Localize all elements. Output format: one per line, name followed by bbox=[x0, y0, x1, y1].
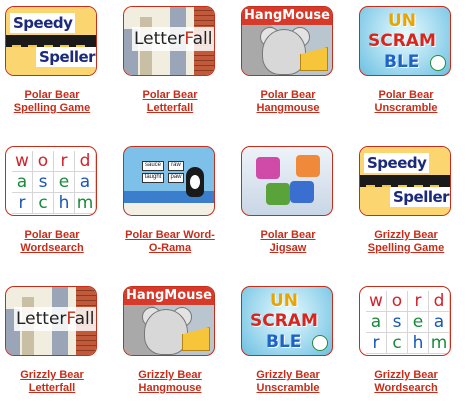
game-link[interactable]: Polar Bear Unscramble bbox=[350, 89, 462, 115]
game-link[interactable]: Grizzly Bear Letterfall bbox=[0, 369, 108, 395]
penguin-icon bbox=[186, 167, 204, 197]
game-link-line2: Wordsearch bbox=[20, 242, 84, 254]
puzzle-piece-icon bbox=[296, 155, 320, 177]
logo-text: UN bbox=[270, 291, 299, 311]
puzzle-piece-icon bbox=[256, 157, 280, 179]
game-link-line1: Grizzly Bear bbox=[138, 369, 202, 381]
game-grid: Speedy Speller Polar Bear Spelling Game … bbox=[0, 0, 466, 406]
game-link-line2: Spelling Game bbox=[367, 242, 445, 254]
game-link-line1: Polar Bear bbox=[24, 229, 80, 241]
game-link-line1: Polar Bear bbox=[260, 89, 316, 101]
game-link-line1: Grizzly Bear bbox=[374, 369, 438, 381]
unscramble-thumbnail[interactable]: UN SCRAM BLE bbox=[359, 6, 451, 76]
letter-grid: word asea rchm bbox=[12, 151, 96, 214]
logo-text: LetterFall bbox=[132, 27, 214, 51]
word-o-rama-thumbnail[interactable]: sauce raw taught paw bbox=[123, 146, 215, 216]
game-link[interactable]: Polar Bear Hangmouse bbox=[232, 89, 344, 115]
puzzle-piece-icon bbox=[266, 183, 290, 205]
unscramble-thumbnail[interactable]: UN SCRAM BLE bbox=[241, 286, 333, 356]
logo-text: SCRAM bbox=[368, 31, 436, 51]
game-link-line1: Polar Bear bbox=[378, 89, 434, 101]
letterfall-thumbnail[interactable]: LetterFall bbox=[5, 286, 97, 356]
speedy-speller-thumbnail[interactable]: Speedy Speller bbox=[5, 6, 97, 76]
game-link-line2: Spelling Game bbox=[13, 102, 91, 114]
game-link-line1: Polar Bear Word- bbox=[125, 229, 215, 241]
letter-grid: word asea rchm bbox=[366, 291, 450, 354]
logo-text: SCRAM bbox=[250, 311, 318, 331]
game-link-line1: Polar Bear bbox=[142, 89, 198, 101]
word-box: paw bbox=[168, 173, 184, 183]
logo-text: LetterFall bbox=[14, 307, 96, 331]
game-link[interactable]: Polar Bear Wordsearch bbox=[0, 229, 108, 255]
game-link-line2: Jigsaw bbox=[269, 242, 307, 254]
logo-text: BLE bbox=[266, 332, 302, 352]
word-box: sauce bbox=[142, 161, 164, 171]
logo-text: Speedy bbox=[364, 153, 430, 173]
logo-text: Speller bbox=[36, 47, 96, 67]
letterfall-thumbnail[interactable]: LetterFall bbox=[123, 6, 215, 76]
logo-text: Speller bbox=[390, 187, 450, 207]
logo-text: BLE bbox=[384, 52, 420, 72]
game-link[interactable]: Polar Bear Letterfall bbox=[114, 89, 226, 115]
game-link-line1: Grizzly Bear bbox=[256, 369, 320, 381]
game-link-line2: Unscramble bbox=[256, 382, 320, 394]
game-link-line2: Letterfall bbox=[146, 102, 194, 114]
jigsaw-thumbnail[interactable] bbox=[241, 146, 333, 216]
game-link[interactable]: Grizzly Bear Wordsearch bbox=[350, 369, 462, 395]
hangmouse-thumbnail[interactable]: HangMouse bbox=[123, 286, 215, 356]
mouse-icon bbox=[144, 309, 188, 355]
puzzle-piece-icon bbox=[290, 181, 314, 203]
game-link[interactable]: Polar Bear Spelling Game bbox=[0, 89, 108, 115]
badge-icon bbox=[430, 55, 446, 71]
logo-text: UN bbox=[388, 11, 417, 31]
hangmouse-thumbnail[interactable]: HangMouse bbox=[241, 6, 333, 76]
game-link[interactable]: Grizzly Bear Hangmouse bbox=[114, 369, 226, 395]
game-link-line2: Unscramble bbox=[374, 102, 438, 114]
badge-icon bbox=[312, 335, 328, 351]
speedy-speller-thumbnail[interactable]: Speedy Speller bbox=[359, 146, 451, 216]
game-link[interactable]: Grizzly Bear Unscramble bbox=[232, 369, 344, 395]
word-box: raw bbox=[168, 161, 184, 171]
logo-text: HangMouse bbox=[124, 287, 214, 305]
game-link-line2: Hangmouse bbox=[256, 102, 320, 114]
game-link-line2: Wordsearch bbox=[374, 382, 438, 394]
game-link[interactable]: Polar Bear Jigsaw bbox=[232, 229, 344, 255]
game-link-line1: Polar Bear bbox=[260, 229, 316, 241]
game-link[interactable]: Grizzly Bear Spelling Game bbox=[350, 229, 462, 255]
game-link-line1: Grizzly Bear bbox=[20, 369, 84, 381]
wordsearch-thumbnail[interactable]: word asea rchm bbox=[359, 286, 451, 356]
logo-text: Speedy bbox=[10, 13, 76, 33]
game-link-line2: O-Rama bbox=[148, 242, 192, 254]
game-link-line1: Grizzly Bear bbox=[374, 229, 438, 241]
wordsearch-thumbnail[interactable]: word asea rchm bbox=[5, 146, 97, 216]
word-box: taught bbox=[142, 173, 164, 183]
game-link-line2: Hangmouse bbox=[138, 382, 202, 394]
game-link[interactable]: Polar Bear Word- O-Rama bbox=[114, 229, 226, 255]
logo-text: HangMouse bbox=[242, 7, 332, 25]
mouse-icon bbox=[262, 29, 306, 75]
game-link-line2: Letterfall bbox=[28, 382, 76, 394]
game-link-line1: Polar Bear bbox=[24, 89, 80, 101]
